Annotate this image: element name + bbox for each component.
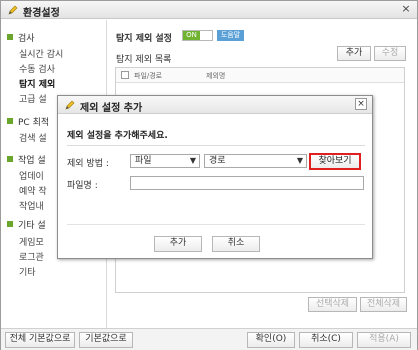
- sidebar-item-realtime[interactable]: 실시간 감시: [19, 47, 63, 60]
- sidebar-category-label: 작업 설: [18, 155, 46, 166]
- delete-selected-button[interactable]: 선택삭제: [308, 297, 357, 312]
- category-bullet-icon: [7, 34, 13, 40]
- ok-button[interactable]: 확인(O): [247, 332, 295, 348]
- divider: [67, 145, 365, 146]
- sidebar-item-game-mode[interactable]: 게임모: [19, 235, 44, 248]
- add-exclusion-button[interactable]: 추가: [337, 46, 371, 61]
- path-select[interactable]: 경로 ▼: [204, 154, 307, 168]
- dialog-title: 제외 설정 추가: [80, 103, 143, 114]
- window-titlebar: 환경설정 ×: [1, 1, 417, 19]
- sidebar-item-search-settings[interactable]: 검색 설: [19, 131, 47, 144]
- sidebar-category-task[interactable]: 작업 설: [7, 153, 46, 166]
- column-header-path[interactable]: 파일/경로: [134, 71, 162, 81]
- window-title: 환경설정: [23, 8, 60, 19]
- category-bullet-icon: [7, 118, 13, 124]
- method-select-value: 파일: [135, 156, 152, 166]
- sidebar-item-advanced[interactable]: 고급 설: [19, 92, 47, 105]
- sidebar-item-scheduled[interactable]: 예약 작: [19, 184, 47, 197]
- sidebar-category-label: 검사: [18, 33, 35, 44]
- method-select[interactable]: 파일 ▼: [130, 154, 200, 168]
- cancel-button[interactable]: 취소(C): [299, 332, 353, 348]
- dialog-close-button[interactable]: ×: [355, 98, 367, 110]
- category-bullet-icon: [7, 156, 13, 162]
- category-bullet-icon: [7, 221, 13, 227]
- sidebar-item-manual-scan[interactable]: 수동 검사: [19, 62, 55, 75]
- browse-button[interactable]: 찾아보기: [309, 153, 361, 170]
- window-close-button[interactable]: ×: [399, 2, 413, 16]
- column-header-name[interactable]: 제외명: [206, 71, 225, 81]
- sidebar-item-update[interactable]: 업데이: [19, 169, 44, 182]
- reset-all-button[interactable]: 전체 기본값으로: [5, 332, 75, 348]
- sidebar-category-label: PC 최적: [18, 117, 50, 128]
- list-title: 탐지 제외 목록: [116, 55, 172, 65]
- path-select-value: 경로: [209, 156, 226, 166]
- exclusion-toggle[interactable]: ON: [182, 30, 213, 41]
- sidebar-item-misc[interactable]: 기타: [19, 265, 36, 278]
- divider: [67, 224, 365, 225]
- delete-all-button[interactable]: 전체삭제: [360, 297, 407, 312]
- chevron-down-icon: ▼: [296, 156, 303, 165]
- pencil-icon: [65, 100, 75, 110]
- chevron-down-icon: ▼: [189, 156, 196, 165]
- list-header: 파일/경로 제외명: [116, 68, 404, 83]
- edit-exclusion-button[interactable]: 수정: [374, 46, 406, 61]
- method-label: 제외 방법 :: [67, 159, 109, 169]
- filename-label: 파일명 :: [67, 181, 98, 191]
- apply-button[interactable]: 적용(A): [357, 332, 411, 348]
- sidebar-item-log[interactable]: 로그관: [19, 250, 44, 263]
- sidebar-category-label: 기타 설: [18, 220, 46, 231]
- dialog-add-button[interactable]: 추가: [154, 236, 202, 252]
- add-exclusion-dialog: 제외 설정 추가 × 제외 설정을 추가해주세요. 제외 방법 : 파일 ▼ 경…: [57, 95, 373, 259]
- sidebar-category-scan[interactable]: 검사: [7, 31, 35, 44]
- dialog-titlebar: 제외 설정 추가 ×: [58, 96, 372, 114]
- filename-input[interactable]: [130, 176, 364, 190]
- help-button[interactable]: 도움말: [217, 30, 244, 41]
- sidebar-category-other[interactable]: 기타 설: [7, 218, 46, 231]
- pencil-icon: [8, 5, 18, 15]
- dialog-cancel-button[interactable]: 취소: [212, 236, 260, 252]
- sidebar-item-exclusion[interactable]: 탐지 제외: [19, 77, 55, 90]
- section-title: 탐지 제외 설정: [116, 34, 172, 44]
- select-all-checkbox[interactable]: [121, 71, 129, 79]
- sidebar-item-task-history[interactable]: 작업내: [19, 199, 44, 212]
- settings-window: 환경설정 × 검사 실시간 감시 수동 검사 탐지 제외 고급 설 PC 최적 …: [0, 0, 418, 350]
- dialog-heading: 제외 설정을 추가해주세요.: [67, 131, 168, 141]
- toggle-on-label: ON: [183, 31, 200, 40]
- sidebar-category-pc-optimize[interactable]: PC 최적: [7, 115, 50, 128]
- reset-default-button[interactable]: 기본값으로: [79, 332, 133, 348]
